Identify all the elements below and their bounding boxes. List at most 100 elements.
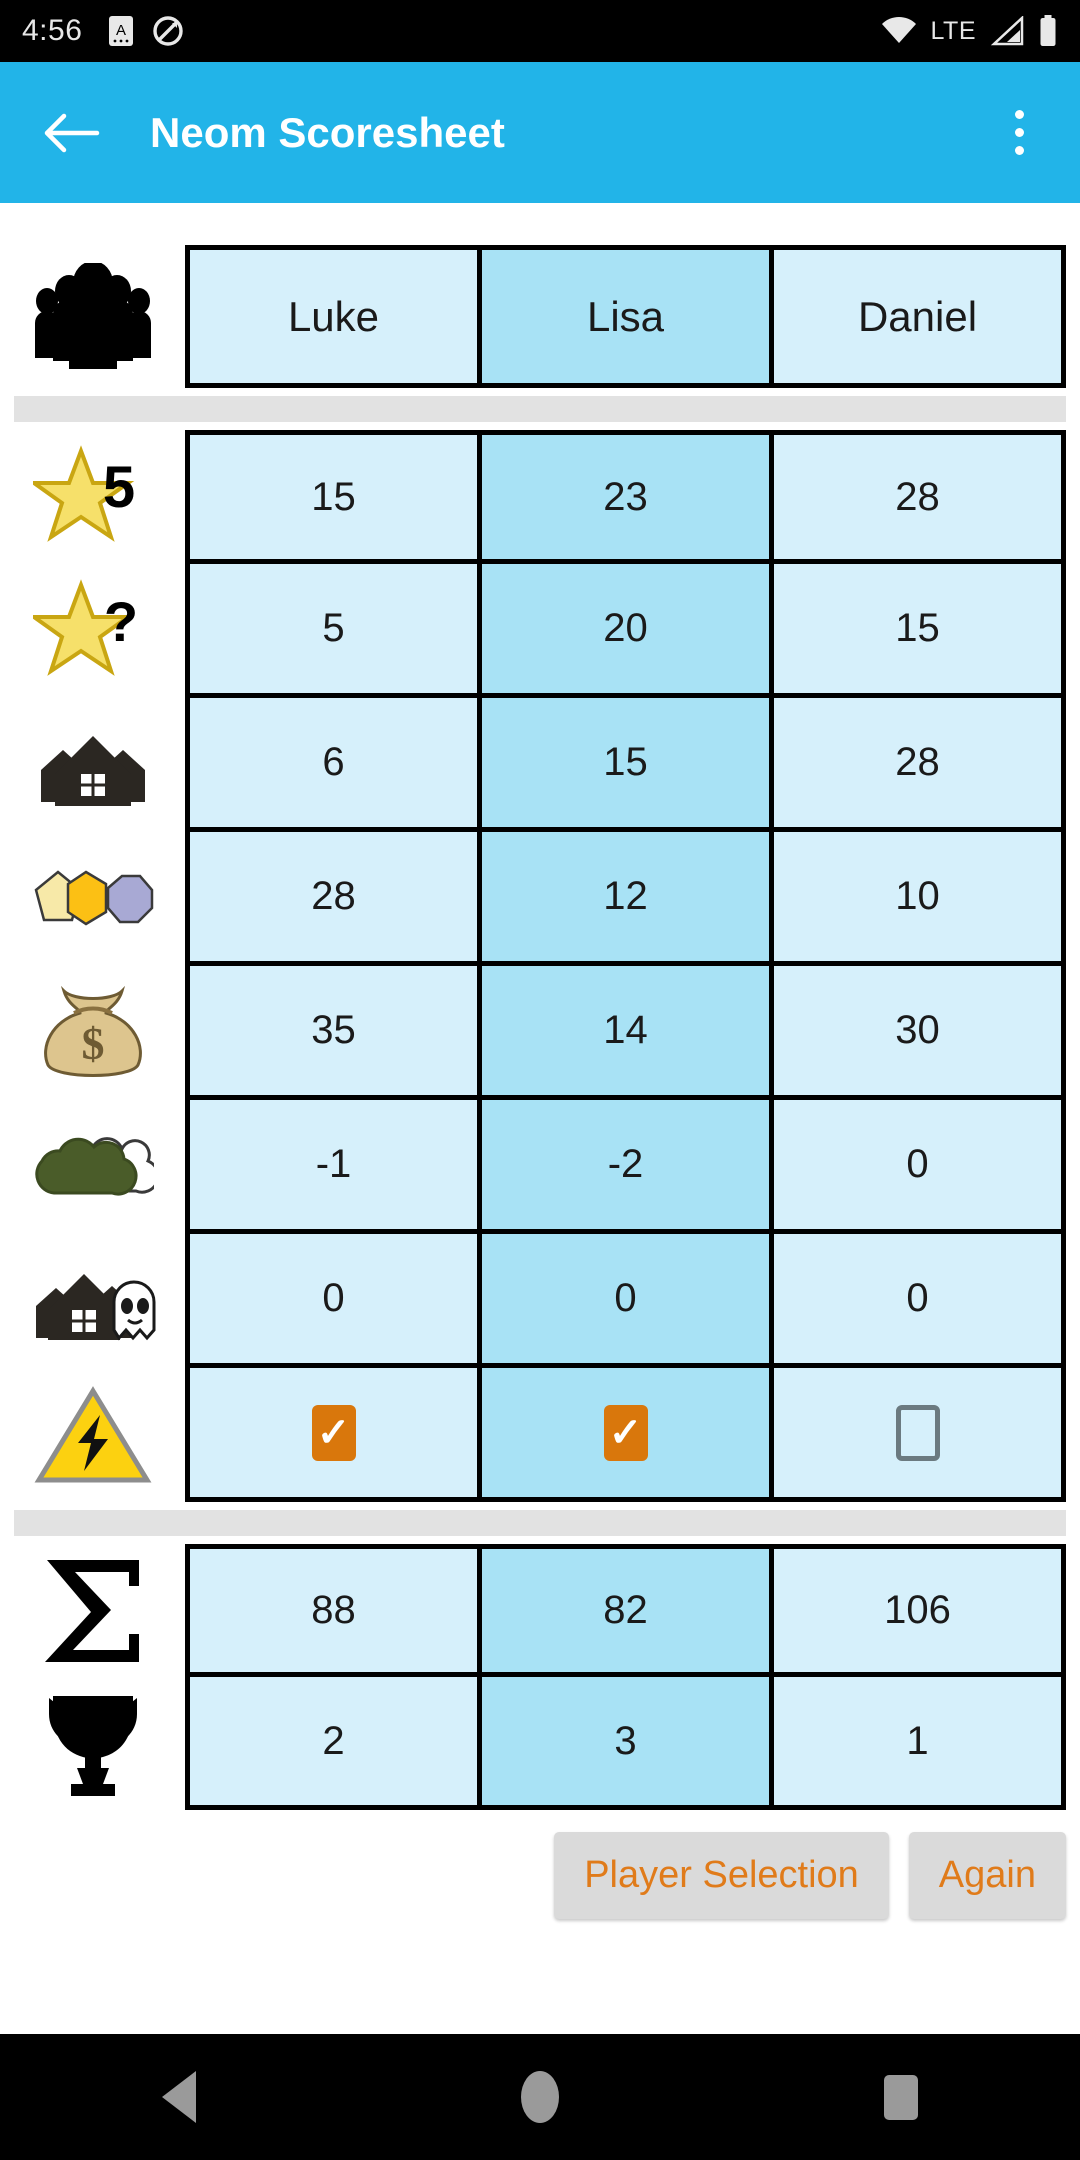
checkbox-cells: ✓ ✓ [185,1368,1066,1502]
status-bar: 4:56 A LTE [0,0,1080,62]
group-of-people-icon [0,245,185,388]
score-cell[interactable]: 28 [190,832,482,961]
back-button[interactable] [40,102,102,164]
score-cell[interactable]: 0 [482,1234,774,1363]
green-bushes-icon [0,1100,185,1234]
section-divider [14,396,1066,422]
svg-text:5: 5 [102,455,134,520]
table-row: 5 15 23 28 [0,430,1080,564]
sigma-sum-icon [0,1544,185,1677]
checkbox-checked-icon[interactable]: ✓ [311,1404,356,1461]
wifi-icon [881,16,917,46]
score-cells: 0 0 0 [185,1234,1066,1368]
money-bag-icon: $ [0,966,185,1100]
total-cells: 88 82 106 [185,1544,1066,1677]
table-row: $ 35 14 30 [0,966,1080,1100]
score-cell[interactable]: 0 [774,1100,1061,1229]
section-divider [14,1510,1066,1536]
score-rows-section: 5 15 23 28 ? 5 20 15 6 15 28 28 12 10 $ … [0,430,1080,1502]
signal-icon [990,16,1024,46]
total-cell: 82 [482,1549,774,1672]
player-name-cells: Luke Lisa Daniel [185,245,1066,388]
polygon-tiles-icon [0,832,185,966]
rank-cell: 2 [190,1677,482,1805]
trophy-icon [0,1677,185,1810]
haunted-house-icon [0,1234,185,1368]
score-cell[interactable]: -2 [482,1100,774,1229]
total-cell: 106 [774,1549,1061,1672]
table-row: ? 5 20 15 [0,564,1080,698]
overflow-dot [1014,110,1024,119]
score-cell[interactable]: 5 [190,564,482,693]
table-row: -1 -2 0 [0,1100,1080,1234]
star-question-icon: ? [0,564,185,698]
checkbox-cell[interactable] [774,1368,1061,1497]
score-cells: 5 20 15 [185,564,1066,698]
nav-recents-icon[interactable] [883,2074,918,2120]
score-cell[interactable]: 6 [190,698,482,827]
rank-cell: 1 [774,1677,1061,1805]
score-cell[interactable]: 35 [190,966,482,1095]
players-header-row: Luke Lisa Daniel [0,245,1080,388]
player-name-cell[interactable]: Daniel [774,250,1061,383]
nav-home-icon[interactable] [520,2071,559,2123]
table-row: 88 82 106 [0,1544,1080,1677]
player-name-cell[interactable]: Luke [190,250,482,383]
score-cell[interactable]: 0 [774,1234,1061,1363]
scoresheet-content: Luke Lisa Daniel 5 15 23 28 ? 5 20 15 6 … [0,203,1080,2034]
score-cell[interactable]: -1 [190,1100,482,1229]
score-cell[interactable]: 30 [774,966,1061,1095]
check-glyph: ✓ [316,1410,351,1455]
total-cell: 88 [190,1549,482,1672]
score-cells: 28 12 10 [185,832,1066,966]
hazard-lightning-icon [0,1368,185,1502]
score-cells: 6 15 28 [185,698,1066,832]
battery-icon [1038,15,1058,47]
table-row: 6 15 28 [0,698,1080,832]
overflow-menu-button[interactable] [992,100,1046,166]
house-icon [0,698,185,832]
alphabet-mode-icon: A [108,15,134,47]
checkbox-cell[interactable]: ✓ [482,1368,774,1497]
overflow-dot [1014,146,1024,155]
score-cell[interactable]: 10 [774,832,1061,961]
app-bar: Neom Scoresheet [0,62,1080,203]
svg-text:?: ? [103,590,137,653]
star-five-icon: 5 [0,430,185,564]
again-button[interactable]: Again [908,1832,1066,1919]
status-right-icons: LTE [881,15,1059,47]
checkbox-checked-icon[interactable]: ✓ [603,1404,648,1461]
score-cell[interactable]: 14 [482,966,774,1095]
totals-section: 88 82 106 2 3 1 [0,1544,1080,1810]
table-row: 2 3 1 [0,1677,1080,1810]
android-nav-bar [0,2034,1080,2160]
table-row: 0 0 0 [0,1234,1080,1368]
score-cell[interactable]: 12 [482,832,774,961]
status-clock: 4:56 [22,14,83,47]
checkbox-cell[interactable]: ✓ [190,1368,482,1497]
score-cell[interactable]: 15 [190,435,482,559]
action-button-row: Player Selection Again [0,1810,1080,1919]
table-row: 28 12 10 [0,832,1080,966]
overflow-dot [1014,128,1024,137]
score-cell[interactable]: 28 [774,435,1061,559]
players-header-section: Luke Lisa Daniel [0,245,1080,388]
table-row: ✓ ✓ [0,1368,1080,1502]
score-cell[interactable]: 23 [482,435,774,559]
score-cells: 15 23 28 [185,430,1066,564]
score-cell[interactable]: 15 [774,564,1061,693]
svg-text:A: A [116,22,126,39]
player-selection-button[interactable]: Player Selection [554,1832,889,1919]
no-rotation-icon [152,15,184,47]
score-cell[interactable]: 15 [482,698,774,827]
score-cell[interactable]: 28 [774,698,1061,827]
nav-back-icon[interactable] [162,2071,197,2123]
status-left-icons: A [108,15,184,47]
score-cell[interactable]: 0 [190,1234,482,1363]
player-name-cell[interactable]: Lisa [482,250,774,383]
checkbox-unchecked-icon[interactable] [895,1404,940,1461]
score-cells: 35 14 30 [185,966,1066,1100]
score-cell[interactable]: 20 [482,564,774,693]
network-type-label: LTE [930,16,976,45]
score-cells: -1 -2 0 [185,1100,1066,1234]
